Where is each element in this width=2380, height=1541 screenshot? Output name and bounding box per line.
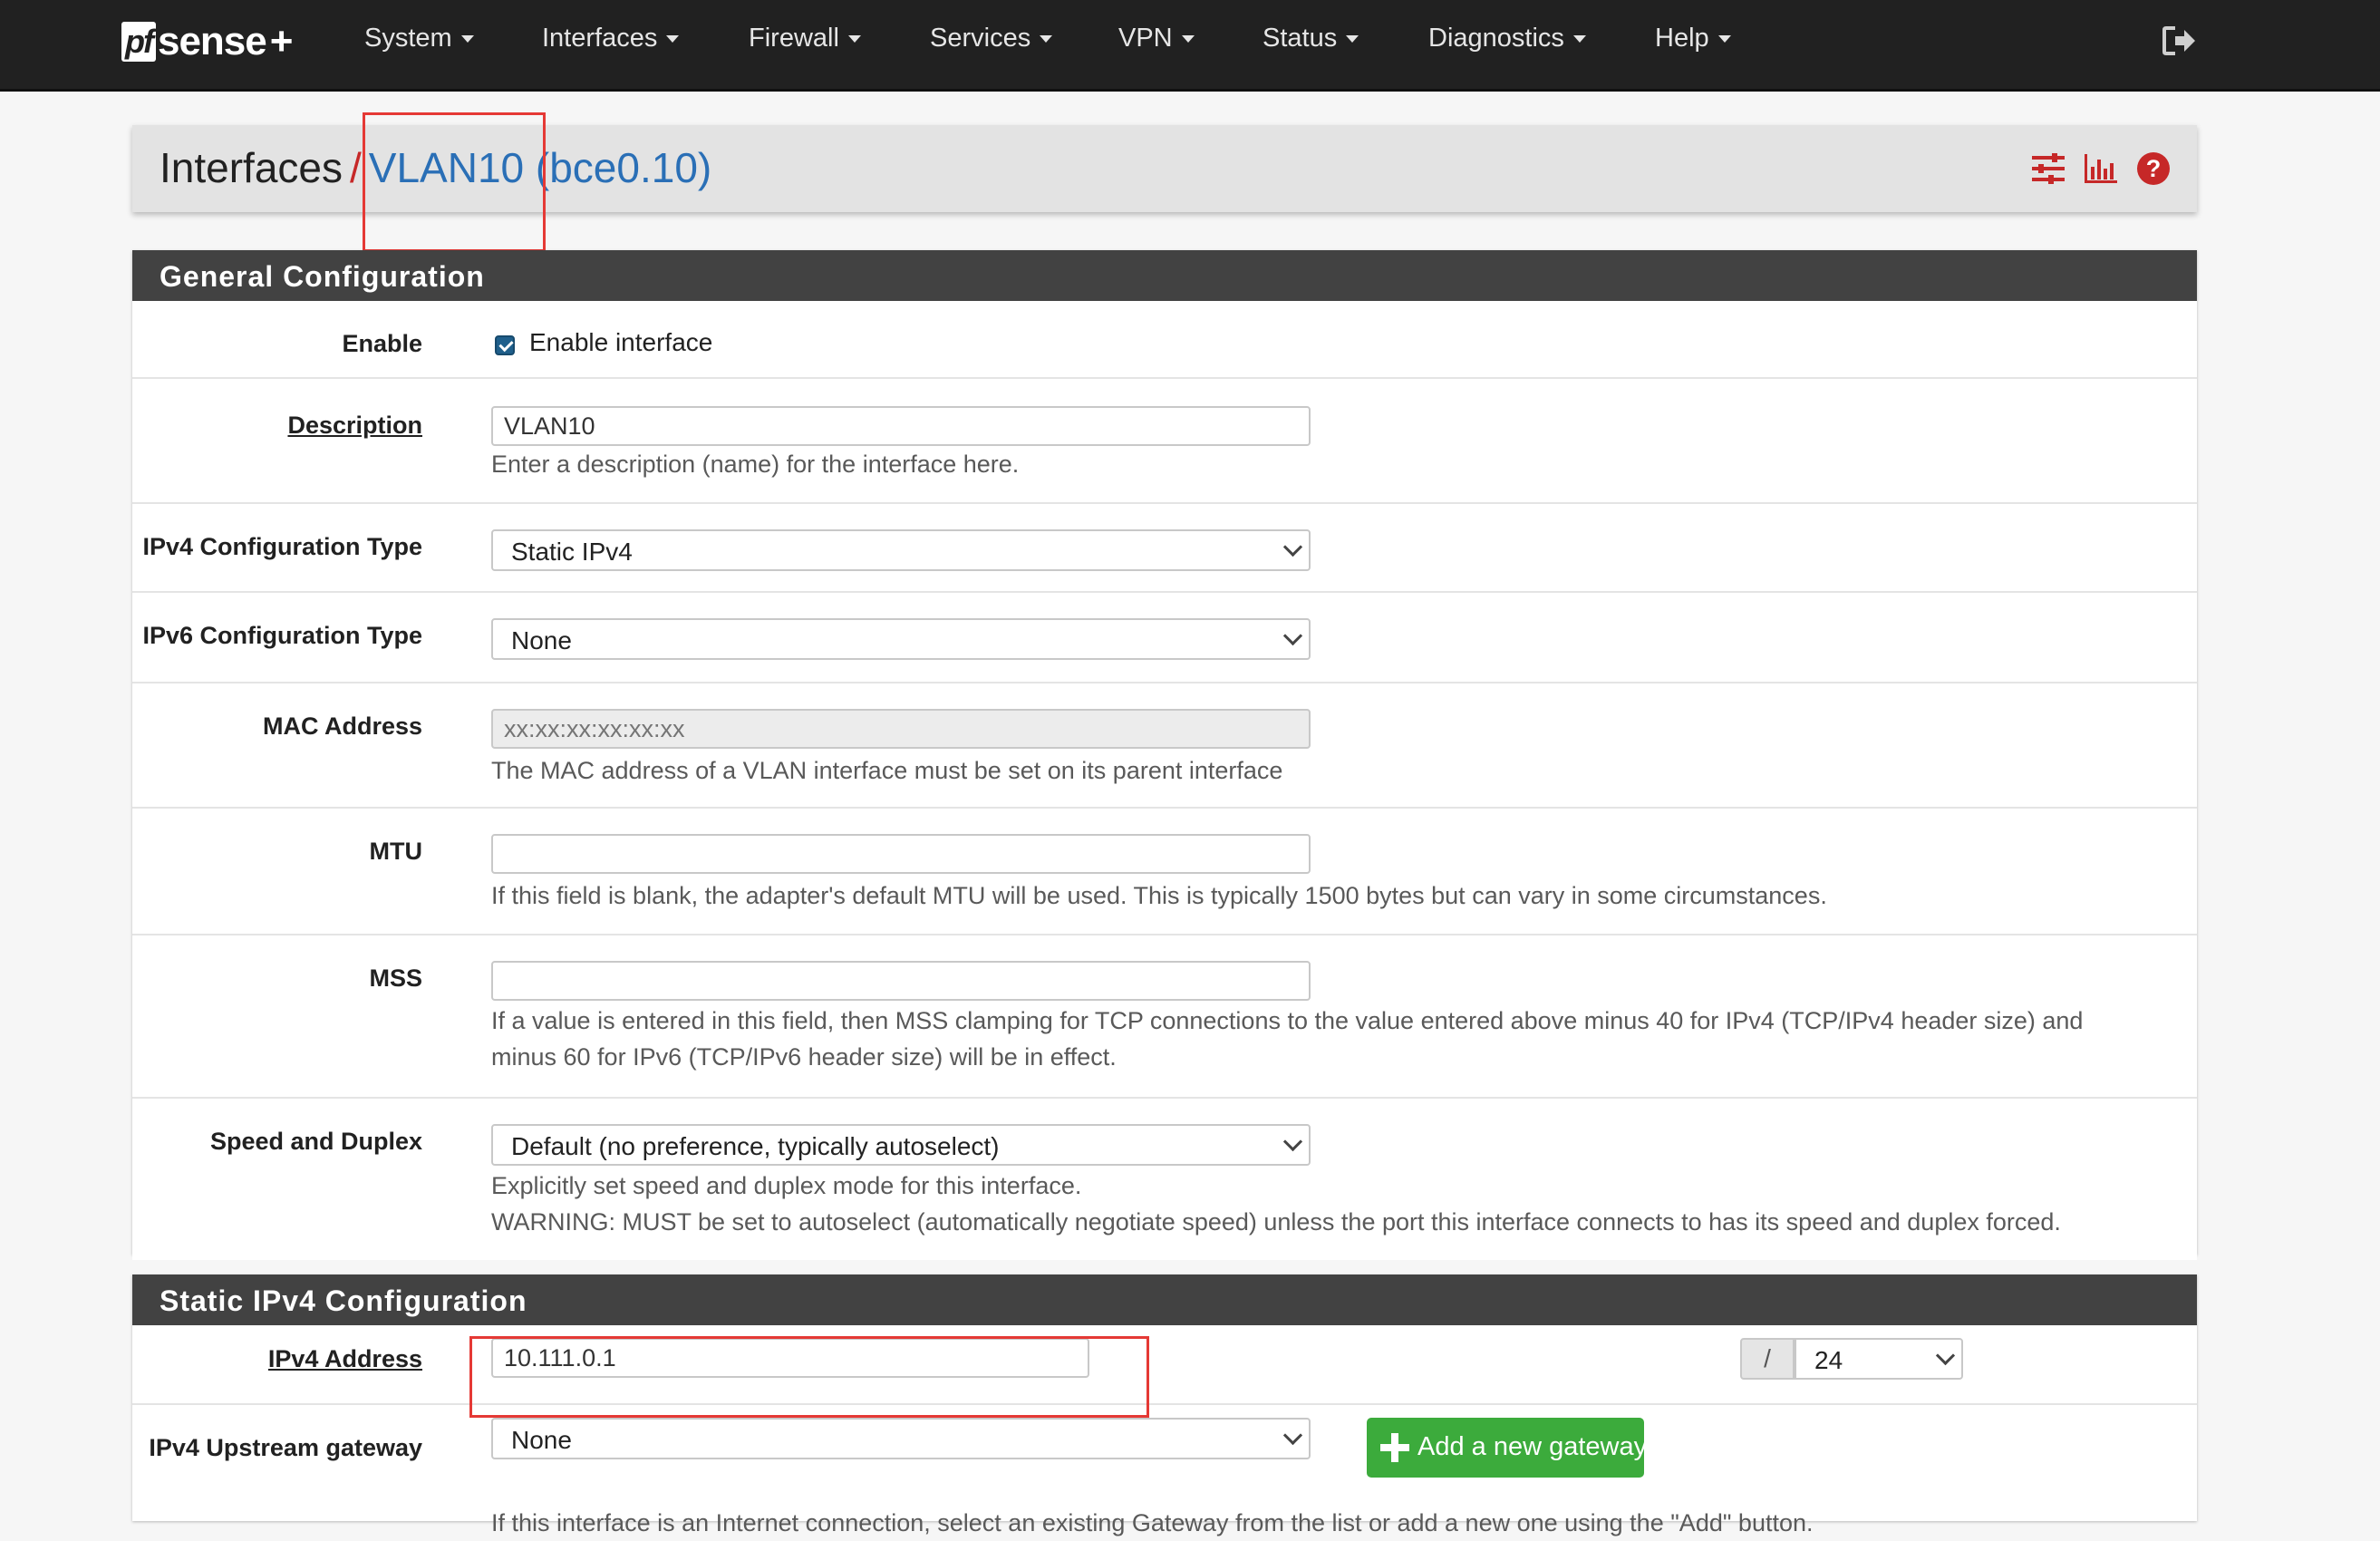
- speed-help-line1: Explicitly set speed and duplex mode for…: [491, 1172, 1082, 1199]
- chevron-down-icon: [1282, 537, 1303, 557]
- bar-chart-icon[interactable]: [2083, 150, 2119, 187]
- caret-down-icon: [1346, 35, 1359, 44]
- ipv6-type-value: None: [511, 626, 572, 654]
- chevron-down-icon: [1282, 1425, 1303, 1446]
- caret-down-icon: [847, 35, 861, 44]
- speed-help-line2: WARNING: MUST be set to autoselect (auto…: [491, 1208, 2061, 1236]
- description-label[interactable]: Description: [287, 412, 422, 440]
- mss-help-line2: minus 60 for IPv6 (TCP/IPv6 header size)…: [491, 1043, 1117, 1071]
- highlight-breadcrumb-box: [363, 112, 546, 252]
- nav-status[interactable]: Status: [1263, 24, 1359, 53]
- nav-help-label: Help: [1655, 24, 1709, 53]
- mtu-input[interactable]: [491, 834, 1311, 874]
- ipv4-gateway-row: IPv4 Upstream gateway None Add a new gat…: [132, 1405, 2197, 1536]
- svg-text:?: ?: [2146, 155, 2162, 182]
- description-row: Description Enter a description (name) f…: [132, 379, 2197, 504]
- enable-interface-checkbox[interactable]: [495, 335, 515, 355]
- mss-label: MSS: [369, 964, 422, 992]
- nav-services-label: Services: [930, 24, 1031, 53]
- ipv4-type-select[interactable]: Static IPv4: [491, 529, 1311, 571]
- caret-down-icon: [1181, 35, 1195, 44]
- logo-sense: sense: [157, 19, 267, 63]
- speed-duplex-select[interactable]: Default (no preference, typically autose…: [491, 1124, 1311, 1166]
- chevron-down-icon: [1935, 1345, 1956, 1366]
- breadcrumb-separator: /: [350, 144, 362, 191]
- cidr-prefix-value: 24: [1814, 1346, 1843, 1374]
- pfsense-logo[interactable]: pf sense +: [121, 16, 293, 67]
- nav-interfaces-label: Interfaces: [542, 24, 658, 53]
- sign-out-icon[interactable]: [2162, 25, 2197, 56]
- chevron-down-icon: [1282, 1131, 1303, 1152]
- help-icon[interactable]: ?: [2135, 150, 2172, 187]
- ipv6-type-select[interactable]: None: [491, 618, 1311, 660]
- enable-interface-label[interactable]: Enable interface: [529, 328, 712, 357]
- cidr-prefix-select[interactable]: 24: [1795, 1338, 1963, 1380]
- nav-vpn-label: VPN: [1118, 24, 1173, 53]
- static-ipv4-heading: Static IPv4 Configuration: [132, 1274, 2197, 1325]
- logo-pf: pf: [121, 22, 156, 62]
- add-gateway-label: Add a new gateway: [1417, 1432, 1648, 1461]
- chevron-down-icon: [1282, 625, 1303, 646]
- nav-system[interactable]: System: [364, 24, 474, 53]
- nav-status-label: Status: [1263, 24, 1338, 53]
- mac-help: The MAC address of a VLAN interface must…: [491, 757, 1283, 784]
- cidr-slash: /: [1740, 1338, 1795, 1380]
- speed-label: Speed and Duplex: [209, 1128, 422, 1155]
- add-gateway-button[interactable]: Add a new gateway: [1367, 1418, 1648, 1478]
- nav-vpn[interactable]: VPN: [1118, 24, 1195, 53]
- mtu-row: MTU If this field is blank, the adapter'…: [132, 809, 2197, 935]
- sliders-icon[interactable]: [2030, 150, 2066, 187]
- mac-row: MAC Address The MAC address of a VLAN in…: [132, 683, 2197, 809]
- nav-diagnostics-label: Diagnostics: [1428, 24, 1564, 53]
- ipv4-address-row: IPv4 Address / 24: [132, 1325, 2197, 1405]
- general-config-heading: General Configuration: [132, 250, 2197, 301]
- speed-duplex-value: Default (no preference, typically autose…: [511, 1132, 1000, 1160]
- highlight-ipv4-box: [469, 1336, 1149, 1418]
- nav-firewall-label: Firewall: [749, 24, 839, 53]
- enable-row: Enable Enable interface: [132, 301, 2197, 379]
- mtu-help: If this field is blank, the adapter's de…: [491, 882, 1827, 909]
- general-rows: Enable Enable interface Description Ente…: [132, 301, 2197, 1260]
- caret-down-icon: [460, 35, 474, 44]
- caret-down-icon: [1717, 35, 1731, 44]
- description-help: Enter a description (name) for the inter…: [491, 451, 1020, 478]
- mss-help-line1: If a value is entered in this field, the…: [491, 1007, 2084, 1034]
- caret-down-icon: [1040, 35, 1053, 44]
- mac-label: MAC Address: [262, 712, 422, 740]
- nav-help[interactable]: Help: [1655, 24, 1731, 53]
- ipv4-gateway-select[interactable]: None: [491, 1418, 1311, 1459]
- nav-interfaces[interactable]: Interfaces: [542, 24, 680, 53]
- top-navbar: pf sense + System Interfaces Firewall Serv…: [0, 0, 2380, 92]
- ipv4-gateway-help: If this interface is an Internet connect…: [491, 1509, 1814, 1536]
- breadcrumb-icons: ?: [2030, 150, 2172, 187]
- static-ipv4-panel: Static IPv4 Configuration IPv4 Address /…: [132, 1274, 2197, 1536]
- ipv4-gateway-label: IPv4 Upstream gateway: [149, 1434, 422, 1461]
- description-input[interactable]: [491, 406, 1311, 446]
- nav-diagnostics[interactable]: Diagnostics: [1428, 24, 1586, 53]
- mtu-label: MTU: [369, 838, 422, 865]
- nav-services[interactable]: Services: [930, 24, 1053, 53]
- mss-row: MSS If a value is entered in this field,…: [132, 935, 2197, 1099]
- enable-label: Enable: [342, 330, 422, 357]
- ipv6-type-label: IPv6 Configuration Type: [142, 622, 422, 649]
- mss-input[interactable]: [491, 961, 1311, 1001]
- breadcrumb-root[interactable]: Interfaces: [160, 144, 343, 191]
- caret-down-icon: [1572, 35, 1586, 44]
- ipv6-type-row: IPv6 Configuration Type None: [132, 593, 2197, 683]
- nav-system-label: System: [364, 24, 452, 53]
- ipv4-address-label[interactable]: IPv4 Address: [268, 1345, 422, 1373]
- mac-input: [491, 709, 1311, 749]
- logo-plus: +: [269, 19, 294, 63]
- ipv4-gateway-value: None: [511, 1426, 572, 1454]
- ipv4-type-value: Static IPv4: [511, 538, 633, 566]
- speed-row: Speed and Duplex Default (no preference,…: [132, 1099, 2197, 1260]
- ipv4-type-row: IPv4 Configuration Type Static IPv4: [132, 504, 2197, 593]
- ipv4-type-label: IPv4 Configuration Type: [142, 533, 422, 560]
- nav-firewall[interactable]: Firewall: [749, 24, 861, 53]
- caret-down-icon: [666, 35, 680, 44]
- plus-icon: [1380, 1433, 1409, 1462]
